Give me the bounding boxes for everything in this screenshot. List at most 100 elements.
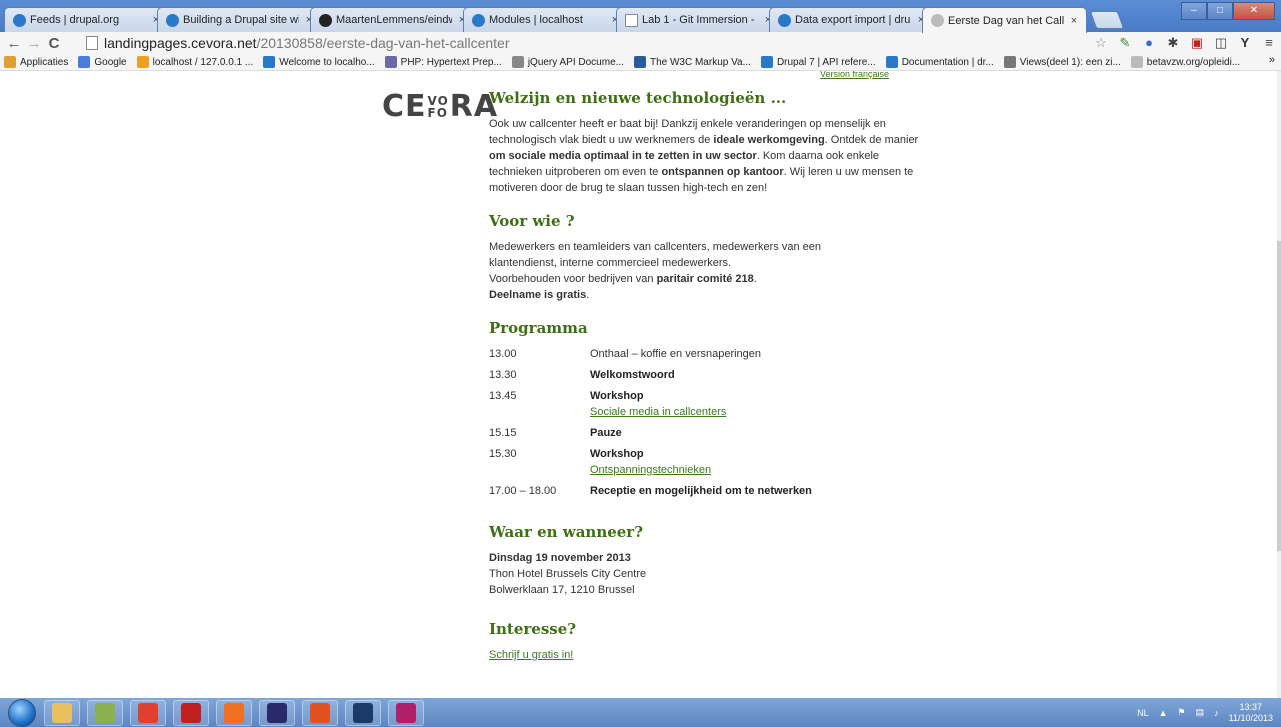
bookmark-icon xyxy=(263,56,276,68)
programma-row: 13.30 Welkomstwoord xyxy=(489,367,929,383)
bookmark-label: The W3C Markup Va... xyxy=(649,56,751,68)
tray-expand-icon[interactable]: ▲ xyxy=(1159,708,1168,718)
workshop-link[interactable]: Sociale media in callcenters xyxy=(590,406,726,418)
logo-small-bottom: FO xyxy=(427,105,448,120)
bookmark-item[interactable]: PHP: Hypertext Prep... xyxy=(384,56,502,68)
chrome-taskbar-icon[interactable] xyxy=(130,699,166,726)
tab-label: Lab 1 - Git Immersion - Br xyxy=(642,14,758,26)
programma-description: Workshop Sociale media in callcenters xyxy=(590,388,726,420)
extension-y-icon[interactable]: Y xyxy=(1237,35,1253,51)
bookmark-label: Google xyxy=(94,56,127,68)
voor-wie-paragraph: Medewerkers en teamleiders van callcente… xyxy=(489,239,839,303)
explorer-icon xyxy=(52,702,72,723)
bookmark-icon xyxy=(136,56,149,68)
bookmark-item[interactable]: betavzw.org/opleidi... xyxy=(1130,56,1240,68)
browser-toolbar: ← → C landingpages.cevora.net/20130858/e… xyxy=(0,32,1281,54)
extension-gear-icon[interactable]: ✱ xyxy=(1165,35,1181,51)
filezilla-taskbar-icon[interactable] xyxy=(173,699,209,726)
extension-box-icon[interactable]: ◫ xyxy=(1213,35,1229,51)
clock-date: 11/10/2013 xyxy=(1228,712,1273,723)
indesign-taskbar-icon[interactable] xyxy=(388,699,424,726)
bookmark-label: localhost / 127.0.0.1 ... xyxy=(152,56,254,68)
new-tab-button[interactable] xyxy=(1089,11,1125,29)
voor-wie-line-2: Voorbehouden voor bedrijven van xyxy=(489,273,657,285)
paritair-comite: paritair comité 218 xyxy=(656,273,754,285)
intro-section: Welzijn en nieuwe technologieën ... Ook … xyxy=(489,89,929,196)
explorer-taskbar-icon[interactable] xyxy=(44,699,80,726)
tab-label: MaartenLemmens/eindw xyxy=(336,14,452,26)
bookmark-item[interactable]: Applicaties xyxy=(4,56,68,68)
scrollbar-thumb[interactable] xyxy=(1277,241,1281,551)
page-icon xyxy=(625,13,638,27)
bookmark-label: Drupal 7 | API refere... xyxy=(776,56,876,68)
programma-description: Onthaal – koffie en versnaperingen xyxy=(590,346,761,362)
bookmark-item[interactable]: The W3C Markup Va... xyxy=(633,56,751,68)
bookmark-item[interactable]: Google xyxy=(78,56,127,68)
intro-heading: Welzijn en nieuwe technologieën ... xyxy=(489,89,787,107)
bookmark-icon xyxy=(4,56,16,68)
extension-brush-icon[interactable]: ✎ xyxy=(1117,35,1133,51)
browser-tab[interactable]: Eerste Dag van het Callcen × xyxy=(922,7,1087,33)
bookmark-item[interactable]: Welcome to localho... xyxy=(263,56,375,68)
programma-title: Receptie en mogelijkheid om te netwerken xyxy=(590,485,812,497)
photoshop-taskbar-icon[interactable] xyxy=(345,699,381,726)
programma-time: 13.00 xyxy=(489,348,517,360)
tab-label: Data export import | drupa xyxy=(795,14,911,26)
extension-globe-icon[interactable]: ● xyxy=(1141,35,1157,51)
address-bar[interactable]: landingpages.cevora.net/20130858/eerste-… xyxy=(86,33,1106,53)
register-link[interactable]: Schrijf u gratis in! xyxy=(489,649,573,661)
clock[interactable]: 13:37 11/10/2013 xyxy=(1229,702,1273,724)
tab-close-icon[interactable]: × xyxy=(1068,15,1080,27)
browser-tab[interactable]: Feeds | drupal.org × xyxy=(4,7,169,32)
bookmark-item[interactable]: Documentation | dr... xyxy=(885,56,994,68)
browser-tab[interactable]: MaartenLemmens/eindw × xyxy=(310,7,475,32)
flag-icon[interactable]: ⚑ xyxy=(1178,707,1186,718)
browser-tab[interactable]: Building a Drupal site with × xyxy=(157,7,322,32)
notepad-taskbar-icon[interactable] xyxy=(87,699,123,726)
bookmarks-overflow-button[interactable]: » xyxy=(1269,54,1275,66)
logo-small-top: VO xyxy=(427,93,449,108)
bookmark-item[interactable]: localhost / 127.0.0.1 ... xyxy=(136,56,254,68)
version-francaise-link[interactable]: Version française xyxy=(820,71,889,79)
xampp-taskbar-icon[interactable] xyxy=(216,699,252,726)
git-taskbar-icon[interactable] xyxy=(302,699,338,726)
network-icon[interactable]: ▤ xyxy=(1196,707,1205,718)
back-icon[interactable]: ← xyxy=(4,35,24,52)
browser-tab[interactable]: Modules | localhost × xyxy=(463,7,628,32)
menu-icon[interactable]: ≡ xyxy=(1261,35,1277,51)
workshop-link[interactable]: Ontspanningstechnieken xyxy=(590,464,711,476)
programma-title: Welkomstwoord xyxy=(590,369,675,381)
voor-wie-line-2-end: . xyxy=(753,273,757,285)
voor-wie-section: Voor wie ? Medewerkers en teamleiders va… xyxy=(489,212,929,303)
bookmark-item[interactable]: Drupal 7 | API refere... xyxy=(760,56,876,68)
tab-label: Eerste Dag van het Callcen xyxy=(948,14,1064,27)
event-date: Dinsdag 19 november 2013 xyxy=(489,552,631,564)
browser-tab[interactable]: Lab 1 - Git Immersion - Br × xyxy=(616,7,781,32)
clock-time: 13:37 xyxy=(1239,701,1263,712)
extension-red-icon[interactable]: ▣ xyxy=(1189,35,1205,51)
minimize-button[interactable]: – xyxy=(1181,2,1207,20)
voor-wie-heading: Voor wie ? xyxy=(489,212,575,230)
programma-time: 15.15 xyxy=(489,427,517,439)
system-tray: NL ▲ ⚑ ▤ ♪ 13:37 11/10/2013 xyxy=(1137,698,1273,727)
star-icon[interactable]: ☆ xyxy=(1093,35,1109,51)
close-window-button[interactable]: ✕ xyxy=(1233,2,1275,20)
browser-tab[interactable]: Data export import | drupa × xyxy=(769,7,934,32)
bookmark-icon xyxy=(760,56,773,68)
programma-time: 13.30 xyxy=(489,369,517,381)
language-indicator[interactable]: NL xyxy=(1137,708,1149,718)
bookmark-item[interactable]: Views(deel 1): een zi... xyxy=(1003,56,1121,68)
start-button[interactable] xyxy=(8,698,36,727)
windows-taskbar: NL ▲ ⚑ ▤ ♪ 13:37 11/10/2013 xyxy=(0,698,1281,727)
deelname-gratis: Deelname is gratis xyxy=(489,289,587,301)
eclipse-taskbar-icon[interactable] xyxy=(259,699,295,726)
programma-description: Welkomstwoord xyxy=(590,367,675,383)
forward-icon[interactable]: → xyxy=(24,35,44,52)
vertical-scrollbar[interactable] xyxy=(1277,71,1281,698)
maximize-button[interactable]: □ xyxy=(1207,2,1233,20)
bookmark-item[interactable]: jQuery API Docume... xyxy=(511,56,624,68)
reload-icon[interactable]: C xyxy=(44,35,64,52)
volume-icon[interactable]: ♪ xyxy=(1214,708,1219,718)
programma-time: 17.00 – 18.00 xyxy=(489,485,557,497)
programma-title: Pauze xyxy=(590,427,622,439)
